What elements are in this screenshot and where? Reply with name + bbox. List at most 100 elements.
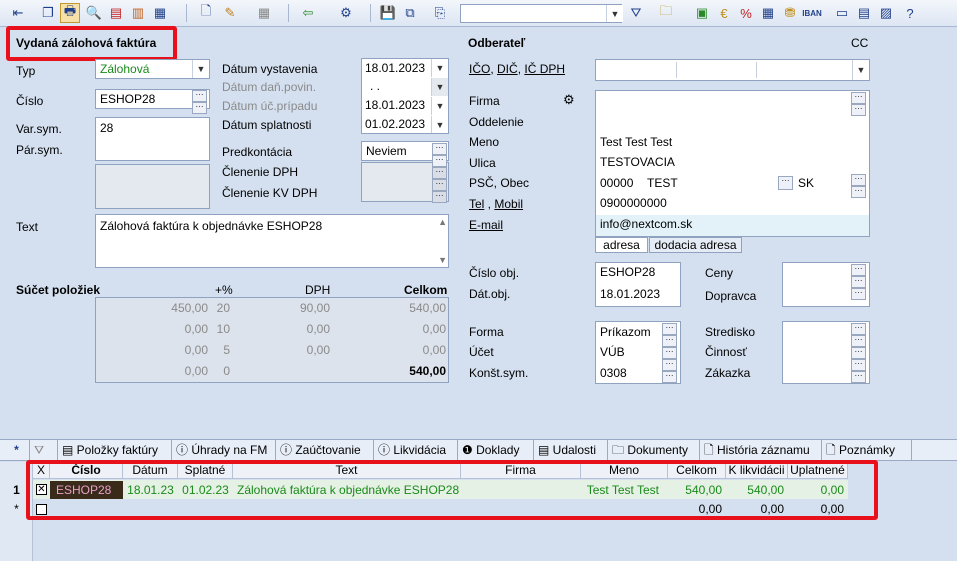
meno-value[interactable]: Test Test Test bbox=[596, 135, 672, 149]
ellipsis-button[interactable]: ··· bbox=[851, 347, 866, 359]
print-icon[interactable]: 🖶 bbox=[60, 3, 80, 23]
folder-icon[interactable]: 🗀 bbox=[656, 3, 676, 23]
ellipsis-button[interactable]: ··· bbox=[778, 176, 793, 190]
ellipsis-button[interactable]: ··· bbox=[851, 264, 866, 276]
settings-icon[interactable]: ⚙ bbox=[336, 3, 356, 23]
filter-icon[interactable]: ⛛ bbox=[626, 3, 646, 23]
new-document-icon[interactable]: 🗋 bbox=[196, 3, 216, 23]
duplicate-icon[interactable]: ⎘ bbox=[430, 3, 450, 23]
preview-icon[interactable]: 🔍 bbox=[84, 3, 104, 23]
ellipsis-button[interactable]: ··· bbox=[851, 335, 866, 347]
ellipsis-button[interactable]: ··· bbox=[662, 335, 677, 347]
ellipsis-button[interactable]: ··· bbox=[662, 371, 677, 383]
konst-value[interactable]: 0308 bbox=[596, 366, 627, 380]
money-icon[interactable]: ▣ bbox=[692, 3, 712, 23]
coins-icon[interactable]: ⛃ bbox=[780, 3, 800, 23]
first-record-icon[interactable]: ⇤ bbox=[8, 3, 28, 23]
ucet-value[interactable]: VÚB bbox=[596, 345, 625, 359]
ellipsis-button[interactable]: ··· bbox=[851, 276, 866, 288]
tab-uhrady[interactable]: ⓘ Úhrady na FM bbox=[172, 440, 276, 461]
ellipsis-button[interactable]: ··· bbox=[662, 359, 677, 371]
ellipsis-button[interactable]: ··· bbox=[851, 186, 866, 198]
lookup-icon[interactable]: ⚙ bbox=[563, 92, 575, 108]
ellipsis-button[interactable]: ··· bbox=[662, 323, 677, 335]
tab-doklady[interactable]: ❶ Doklady bbox=[458, 440, 534, 461]
ellipsis-button[interactable]: ··· bbox=[851, 104, 866, 116]
mobil-link[interactable]: Mobil bbox=[494, 197, 523, 211]
icdph-link[interactable]: IČ DPH bbox=[524, 62, 565, 76]
layout-icon[interactable]: ▤ bbox=[854, 3, 874, 23]
export-icon[interactable]: ▥ bbox=[128, 3, 148, 23]
filter-icon[interactable]: ⛛ bbox=[30, 440, 58, 461]
percent-icon[interactable]: % bbox=[736, 3, 756, 23]
window-icon[interactable]: ▭ bbox=[832, 3, 852, 23]
forma-value[interactable]: Príkazom bbox=[596, 325, 651, 339]
scroll-down-icon[interactable]: ▼ bbox=[438, 255, 447, 265]
psc-value[interactable]: 00000 bbox=[596, 176, 633, 190]
euro-icon[interactable]: € bbox=[714, 3, 734, 23]
tab-zauctovanie[interactable]: ⓘ Zaúčtovanie bbox=[276, 440, 374, 461]
country-value[interactable]: SK bbox=[794, 176, 814, 190]
brush-icon[interactable]: ✎ bbox=[220, 3, 240, 23]
varsym-field[interactable]: 28 bbox=[95, 117, 210, 161]
ellipsis-button[interactable]: ··· bbox=[851, 371, 866, 383]
ellipsis-button[interactable]: ··· bbox=[851, 174, 866, 186]
help-icon[interactable]: ? bbox=[900, 3, 920, 23]
pdf-icon[interactable]: ▤ bbox=[106, 3, 126, 23]
typ-select[interactable]: Zálohová ▼ bbox=[95, 59, 210, 79]
ico-combo[interactable]: ▼ bbox=[595, 59, 870, 81]
tab-likvidacia[interactable]: ⓘ Likvidácia bbox=[374, 440, 458, 461]
datum-danpovin-value[interactable]: . . bbox=[366, 79, 380, 93]
datum-ucpripadu-value[interactable]: 18.01.2023 bbox=[361, 98, 425, 112]
copy-icon[interactable]: ❐ bbox=[38, 3, 58, 23]
tab-dokumenty[interactable]: 🗀 Dokumenty bbox=[608, 440, 700, 461]
obec-value[interactable]: TEST bbox=[643, 176, 678, 190]
ellipsis-button[interactable]: ··· bbox=[432, 143, 447, 155]
report-icon[interactable]: ▦ bbox=[150, 3, 170, 23]
ellipsis-button[interactable]: ··· bbox=[192, 90, 207, 102]
image-icon[interactable]: ▨ bbox=[876, 3, 896, 23]
tab-polozky[interactable]: ▤ Položky faktúry bbox=[58, 440, 172, 461]
ellipsis-button[interactable]: ··· bbox=[851, 288, 866, 300]
chevron-down-icon[interactable]: ▼ bbox=[192, 60, 209, 78]
text-area[interactable]: Zálohová faktúra k objednávke ESHOP28 ▲ … bbox=[95, 214, 449, 268]
chevron-down-icon[interactable]: ▼ bbox=[431, 59, 448, 77]
email-value[interactable]: info@nextcom.sk bbox=[596, 217, 692, 231]
chevron-down-icon[interactable]: ▼ bbox=[431, 116, 448, 133]
tel-value[interactable]: 0900000000 bbox=[596, 196, 667, 210]
save-icon[interactable]: 💾 bbox=[378, 3, 398, 23]
table-icon[interactable]: ▦ bbox=[758, 3, 778, 23]
save-all-icon[interactable]: ⧉ bbox=[400, 3, 420, 23]
chevron-down-icon[interactable]: ▼ bbox=[606, 5, 623, 22]
ellipsis-button[interactable]: ··· bbox=[192, 102, 207, 114]
tel-mobil-label[interactable]: Tel , Mobil bbox=[469, 197, 523, 211]
chevron-down-icon[interactable]: ▼ bbox=[431, 97, 448, 115]
tab-dodacia-adresa[interactable]: dodacia adresa bbox=[649, 237, 742, 253]
ellipsis-button[interactable]: ··· bbox=[851, 359, 866, 371]
tab-star[interactable]: * bbox=[0, 440, 30, 461]
tab-poznamky[interactable]: 🗋 Poznámky bbox=[822, 440, 912, 461]
ico-link[interactable]: IČO bbox=[469, 62, 490, 76]
cisloobj-value[interactable]: ESHOP28 bbox=[596, 265, 655, 279]
tab-adresa[interactable]: adresa bbox=[595, 237, 648, 253]
calculator-icon[interactable]: ▦ bbox=[254, 3, 274, 23]
email-link[interactable]: E-mail bbox=[469, 218, 503, 232]
tel-link[interactable]: Tel bbox=[469, 197, 484, 211]
ulica-value[interactable]: TESTOVACIA bbox=[596, 155, 675, 169]
search-combo[interactable] bbox=[460, 4, 622, 23]
dic-link[interactable]: DIČ bbox=[497, 62, 518, 76]
back-arrow-icon[interactable]: ⇦ bbox=[298, 3, 318, 23]
datobj-value[interactable]: 18.01.2023 bbox=[596, 287, 660, 301]
ellipsis-button[interactable]: ··· bbox=[851, 323, 866, 335]
tab-udalosti[interactable]: ▤ Udalosti bbox=[534, 440, 608, 461]
chevron-down-icon[interactable]: ▼ bbox=[852, 60, 869, 80]
datum-vystavenia-value[interactable]: 18.01.2023 bbox=[361, 61, 425, 75]
iban-icon[interactable]: IBAN bbox=[802, 3, 822, 23]
tab-historia[interactable]: 🗋 História záznamu bbox=[700, 440, 822, 461]
scroll-up-icon[interactable]: ▲ bbox=[438, 217, 447, 227]
datum-splatnosti-value[interactable]: 01.02.2023 bbox=[361, 117, 425, 131]
ellipsis-button[interactable]: ··· bbox=[851, 92, 866, 104]
ellipsis-button[interactable]: ··· bbox=[662, 347, 677, 359]
ico-dic-label[interactable]: IČO, DIČ, IČ DPH bbox=[469, 62, 565, 76]
ellipsis-button[interactable]: ··· bbox=[432, 155, 447, 167]
